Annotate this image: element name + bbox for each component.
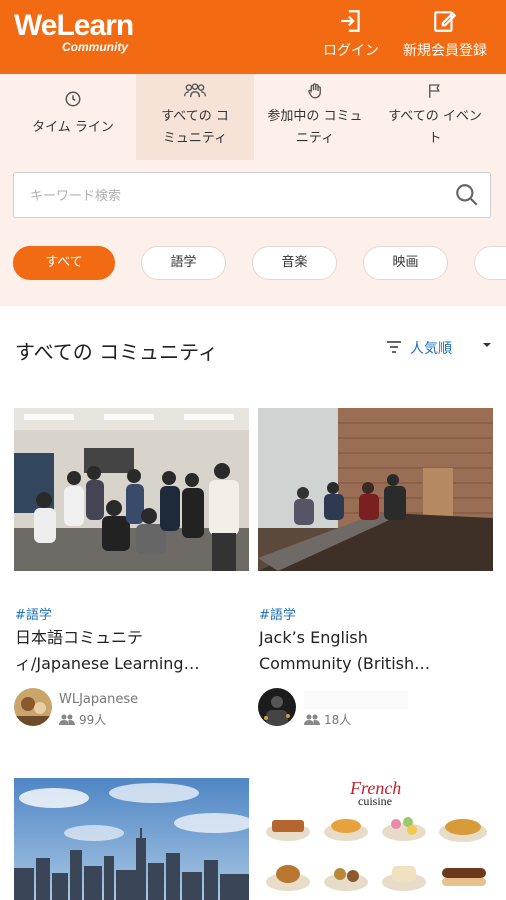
members-icon <box>59 714 75 725</box>
tab-all-events[interactable]: すべての イベン ト <box>376 74 494 160</box>
search-input[interactable] <box>28 183 432 209</box>
community-title: 日本語コミュニテ ィ/Japanese Learning… <box>15 625 245 677</box>
avatar[interactable] <box>14 688 52 726</box>
search-box <box>13 172 491 218</box>
chevron-down-icon[interactable] <box>482 340 492 350</box>
chip-more[interactable] <box>474 246 506 280</box>
tab-all-communities-label-1: すべての コ <box>161 109 229 124</box>
member-count-text: 18人 <box>324 713 352 727</box>
community-photo: French cuisine <box>258 778 493 900</box>
nav-tabs: タイム ライン すべての コ ミュニティ 参加中の コミュ ニティ すべての イ… <box>0 74 506 160</box>
sort-dropdown[interactable]: 人気順 <box>410 338 452 358</box>
community-title-line2: Community (British… <box>259 654 431 673</box>
tab-timeline[interactable]: タイム ライン <box>14 74 132 160</box>
member-count: 18人 <box>304 711 351 728</box>
tab-timeline-label: タイム ライン <box>32 120 114 135</box>
community-photo <box>14 408 249 571</box>
app-header: WeLearn Community ログイン 新規会員登録 <box>0 0 506 74</box>
community-photo <box>258 408 493 571</box>
owner-name: WLJapanese <box>59 692 139 707</box>
chip-movie[interactable]: 映画 <box>363 246 448 280</box>
search-icon[interactable] <box>454 182 480 208</box>
owner-name-placeholder <box>304 691 408 709</box>
image-subheading: cuisine <box>358 794 392 808</box>
community-title-line1: 日本語コミュニテ <box>15 628 144 647</box>
flag-icon <box>429 84 440 98</box>
member-count-text: 99人 <box>79 713 107 727</box>
member-count: 99人 <box>59 711 106 728</box>
community-tag[interactable]: #語学 <box>15 604 52 623</box>
clock-icon <box>65 91 81 107</box>
tab-all-communities-label-2: ミュニティ <box>162 131 228 146</box>
login-button[interactable]: ログイン <box>302 8 400 60</box>
tab-events-label-2: ト <box>428 131 442 146</box>
filter-icon <box>387 341 401 353</box>
hand-icon <box>308 83 321 99</box>
community-photo <box>14 778 249 900</box>
edit-icon <box>434 11 457 32</box>
section-title: すべての コミュニティ <box>15 340 218 364</box>
tab-joined-label-1: 参加中の コミュ <box>267 109 363 124</box>
community-title-line1: Jack’s English <box>259 628 368 647</box>
tab-joined-label-2: ニティ <box>295 131 335 146</box>
community-title: Jack’s English Community (British… <box>259 625 489 677</box>
signup-button[interactable]: 新規会員登録 <box>392 8 498 60</box>
people-icon <box>183 83 207 98</box>
search-area <box>0 160 506 234</box>
tab-joined-communities[interactable]: 参加中の コミュ ニティ <box>256 74 374 160</box>
community-tag[interactable]: #語学 <box>259 604 296 623</box>
members-icon <box>304 714 320 725</box>
tab-events-label-1: すべての イベン <box>388 109 482 124</box>
chip-all[interactable]: すべて <box>13 246 115 280</box>
tab-all-communities[interactable]: すべての コ ミュニティ <box>136 74 254 160</box>
logo-main-text: WeLearn <box>14 9 134 42</box>
signup-label: 新規会員登録 <box>403 43 487 59</box>
avatar[interactable] <box>258 688 296 726</box>
app-logo[interactable]: WeLearn Community <box>14 9 134 55</box>
chip-language[interactable]: 語学 <box>141 246 226 280</box>
community-title-line2: ィ/Japanese Learning… <box>15 654 200 673</box>
logo-sub-text: Community <box>62 40 128 54</box>
login-label: ログイン <box>323 43 379 59</box>
login-icon <box>341 10 360 32</box>
category-chips: すべて 語学 音楽 映画 <box>0 234 506 306</box>
chip-music[interactable]: 音楽 <box>252 246 337 280</box>
